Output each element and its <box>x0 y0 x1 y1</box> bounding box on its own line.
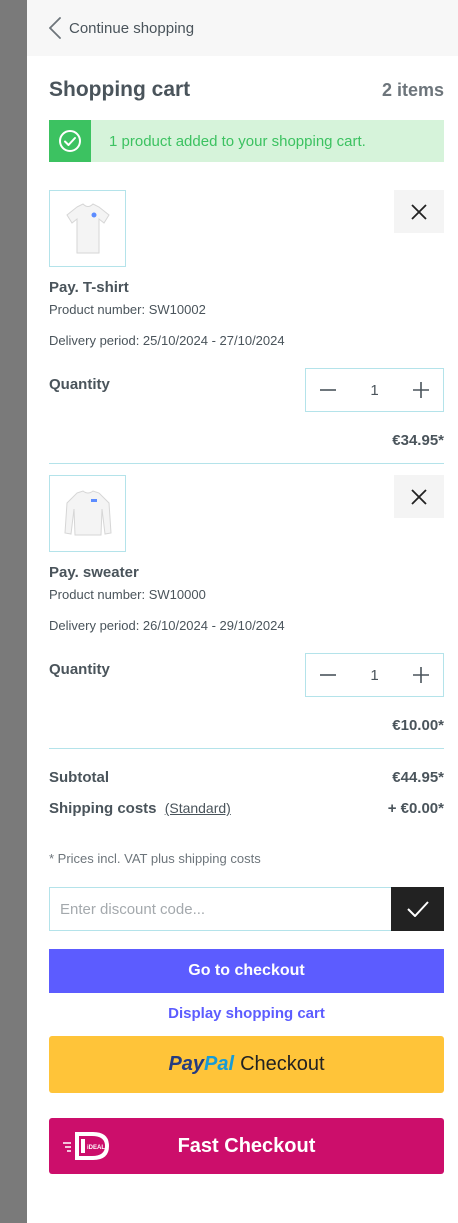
discount-form <box>49 887 444 931</box>
continue-shopping-label: Continue shopping <box>69 19 195 37</box>
success-alert: 1 product added to your shopping cart. <box>49 120 444 162</box>
subtotal-label: Subtotal <box>49 769 109 786</box>
paypal-checkout-button[interactable]: Pay Pal Checkout <box>49 1036 444 1093</box>
divider <box>49 748 444 749</box>
cart-title: Shopping cart <box>49 78 191 101</box>
shipping-label: Shipping costs <box>49 800 157 817</box>
alert-message: 1 product added to your shopping cart. <box>109 132 366 150</box>
minus-icon[interactable] <box>320 667 336 683</box>
quantity-value[interactable]: 1 <box>370 667 378 684</box>
quantity-row: Quantity 1 <box>49 368 444 412</box>
close-icon <box>411 203 427 220</box>
cart-line-item: Pay. T-shirt Product number: SW10002 Del… <box>49 162 444 464</box>
check-circle-icon <box>49 120 91 162</box>
close-icon <box>411 488 427 505</box>
continue-shopping-link[interactable]: Continue shopping <box>49 17 194 39</box>
paypal-logo-pal: Pal <box>204 1053 235 1075</box>
product-number: Product number: SW10000 <box>49 587 206 602</box>
subtotal-row: Subtotal €44.95* <box>49 769 444 786</box>
apply-discount-button[interactable] <box>391 887 444 931</box>
quantity-stepper: 1 <box>305 368 444 412</box>
product-image[interactable] <box>49 190 126 267</box>
cart-topbar: Continue shopping <box>27 0 458 56</box>
shipping-method-link[interactable]: (Standard) <box>165 800 231 816</box>
delivery-period: Delivery period: 26/10/2024 - 29/10/2024 <box>49 618 285 633</box>
plus-icon[interactable] <box>413 667 429 683</box>
product-image[interactable] <box>49 475 126 552</box>
quantity-label: Quantity <box>49 376 110 393</box>
line-item-price: €34.95* <box>392 432 444 449</box>
shipping-row: Shipping costs (Standard) + €0.00* <box>49 800 444 817</box>
product-name[interactable]: Pay. sweater <box>49 564 444 581</box>
minus-icon[interactable] <box>320 382 336 398</box>
cart-item-count: 2 items <box>381 79 444 100</box>
ideal-logo-text: iDEAL <box>87 1145 105 1151</box>
sweater-icon <box>63 489 112 535</box>
plus-icon[interactable] <box>413 382 429 398</box>
paypal-checkout-label: Checkout <box>240 1053 325 1075</box>
line-item-price: €10.00* <box>392 717 444 734</box>
product-number: Product number: SW10002 <box>49 302 206 317</box>
quantity-stepper: 1 <box>305 653 444 697</box>
delivery-period: Delivery period: 25/10/2024 - 27/10/2024 <box>49 333 285 348</box>
display-cart-link[interactable]: Display shopping cart <box>49 1005 444 1022</box>
quantity-row: Quantity 1 <box>49 653 444 697</box>
ideal-fast-checkout-button[interactable]: iDEAL Fast Checkout <box>49 1118 444 1174</box>
vat-note: * Prices incl. VAT plus shipping costs <box>49 851 261 866</box>
quantity-value[interactable]: 1 <box>370 382 378 399</box>
checkmark-icon <box>406 901 429 917</box>
product-name[interactable]: Pay. T-shirt <box>49 279 444 296</box>
backdrop-overlay[interactable] <box>0 0 27 1223</box>
tshirt-icon <box>65 203 110 254</box>
paypal-logo-pay: Pay <box>168 1053 205 1075</box>
cart-header: Shopping cart 2 items <box>49 78 444 102</box>
shipping-label-group: Shipping costs (Standard) <box>49 800 231 817</box>
remove-item-button[interactable] <box>394 190 444 233</box>
offcanvas-cart: Continue shopping Shopping cart 2 items … <box>27 0 458 1223</box>
subtotal-value: €44.95* <box>392 769 444 786</box>
go-to-checkout-button[interactable]: Go to checkout <box>49 949 444 993</box>
shipping-value: + €0.00* <box>387 800 444 817</box>
quantity-label: Quantity <box>49 661 110 678</box>
remove-item-button[interactable] <box>394 475 444 518</box>
discount-code-input[interactable] <box>49 887 391 931</box>
chevron-left-icon <box>49 17 61 39</box>
cart-line-item: Pay. sweater Product number: SW10000 Del… <box>49 464 444 749</box>
ideal-logo-icon: iDEAL <box>61 1130 111 1167</box>
cart-totals: Subtotal €44.95* Shipping costs (Standar… <box>49 769 444 817</box>
